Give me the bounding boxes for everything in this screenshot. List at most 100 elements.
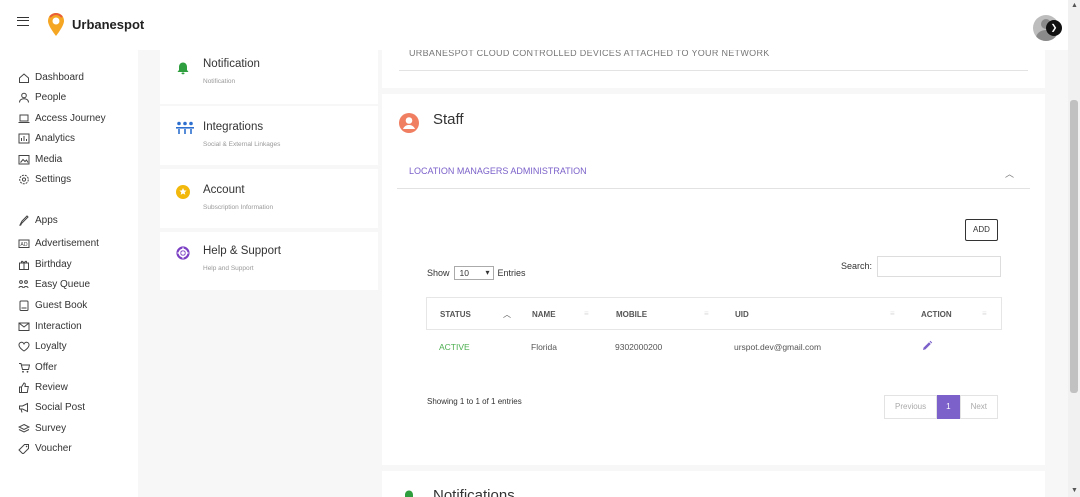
entries-select[interactable]: 10	[453, 266, 494, 280]
image-icon	[18, 154, 30, 165]
table-info: Showing 1 to 1 of 1 entries	[427, 397, 522, 406]
sidebar-item-label: Survey	[35, 423, 67, 434]
card-title: Integrations	[203, 121, 264, 133]
divider	[399, 70, 1028, 71]
edit-icon[interactable]	[921, 340, 933, 352]
divider	[397, 188, 1030, 189]
sidebar-item-label: Media	[35, 154, 63, 165]
sidebar-item-access-journey[interactable]: Access Journey	[18, 113, 106, 124]
rocket-icon	[18, 215, 30, 226]
search-input[interactable]	[877, 256, 1001, 277]
lifebuoy-icon	[176, 246, 190, 260]
chevron-down-icon: ❯	[1046, 20, 1062, 36]
sort-icon[interactable]: ≡	[704, 309, 709, 318]
sidebar-item-label: Social Post	[35, 402, 86, 413]
card-subtitle: Notification	[203, 78, 236, 85]
next-button[interactable]: Next	[959, 395, 999, 419]
sort-icon[interactable]: ≡	[584, 309, 589, 318]
queue-icon	[18, 279, 30, 290]
sidebar-item-label: Access Journey	[35, 113, 106, 124]
card-title: Help & Support	[203, 245, 281, 257]
column-header-mobile[interactable]: MOBILE	[616, 310, 647, 319]
cell-mobile: 9302000200	[615, 342, 663, 352]
sidebar-item-people[interactable]: People	[18, 92, 66, 103]
sidebar-item-easy-queue[interactable]: Easy Queue	[18, 279, 90, 290]
layers-icon	[18, 423, 30, 434]
sidebar-item-loyalty[interactable]: Loyalty	[18, 341, 67, 352]
sidebar-item-label: Advertisement	[35, 238, 99, 249]
sidebar-item-label: Offer	[35, 362, 58, 373]
sidebar-item-birthday[interactable]: Birthday	[18, 259, 72, 270]
sidebar-item-social-post[interactable]: Social Post	[18, 402, 85, 413]
sidebar-item-review[interactable]: Review	[18, 382, 68, 393]
column-header-action[interactable]: ACTION	[921, 310, 952, 319]
card-subtitle: Subscription Information	[203, 204, 274, 211]
sidebar-item-media[interactable]: Media	[18, 154, 62, 165]
sidebar-item-dashboard[interactable]: Dashboard	[18, 72, 84, 83]
settings-card-integrations[interactable]: Integrations Social & External Linkages	[160, 106, 378, 165]
scrollbar[interactable]: ▲ ▼	[1068, 0, 1080, 497]
bell-icon	[177, 62, 189, 75]
column-header-uid[interactable]: UID	[735, 310, 749, 319]
top-bar: Urbanespot ❯	[0, 0, 1068, 50]
card-title: Notification	[203, 58, 260, 70]
thumbs-up-icon	[18, 382, 30, 393]
laptop-icon	[18, 113, 30, 124]
table-header: STATUS ︿ NAME ≡ MOBILE ≡ UID ≡ ACTION ≡	[426, 297, 1002, 330]
status-badge: ACTIVE	[439, 342, 470, 352]
accordion-header[interactable]: LOCATION MANAGERS ADMINISTRATION	[409, 166, 587, 176]
sidebar-item-label: Analytics	[35, 133, 76, 144]
sidebar-item-label: Apps	[35, 215, 58, 226]
sidebar-item-voucher[interactable]: Voucher	[18, 443, 72, 454]
sidebar-item-label: Settings	[35, 174, 72, 185]
person-icon	[18, 92, 30, 103]
card-subtitle: Social & External Linkages	[203, 141, 281, 148]
settings-card-help[interactable]: Help & Support Help and Support	[160, 232, 378, 290]
settings-card-notification[interactable]: Notification Notification	[160, 50, 378, 104]
sort-icon[interactable]: ≡	[982, 309, 987, 318]
megaphone-icon	[18, 402, 30, 413]
user-menu[interactable]: ❯	[1033, 15, 1063, 41]
sidebar-item-label: Birthday	[35, 259, 72, 270]
previous-button[interactable]: Previous	[884, 395, 938, 419]
column-header-status[interactable]: STATUS	[440, 310, 471, 319]
sidebar-item-apps[interactable]: Apps	[18, 215, 58, 226]
add-button[interactable]: ADD	[965, 219, 998, 241]
sidebar-item-analytics[interactable]: Analytics	[18, 133, 75, 144]
sidebar-item-advertisement[interactable]: AD Advertisement	[18, 238, 99, 249]
heart-icon	[18, 341, 30, 352]
sidebar-item-survey[interactable]: Survey	[18, 423, 66, 434]
sidebar-item-interaction[interactable]: Interaction	[18, 321, 82, 332]
page-button[interactable]: 1	[937, 395, 960, 419]
home-icon	[18, 72, 30, 83]
sidebar-item-label: Guest Book	[35, 300, 88, 311]
card-title: Account	[203, 184, 245, 196]
svg-text:AD: AD	[20, 242, 27, 248]
chevron-up-icon[interactable]: ︿	[1005, 167, 1014, 180]
show-label: Show	[427, 268, 450, 278]
sidebar-item-offer[interactable]: Offer	[18, 362, 57, 373]
sidebar-item-label: Dashboard	[35, 72, 84, 83]
staff-section: Staff LOCATION MANAGERS ADMINISTRATION ︿…	[382, 94, 1045, 465]
menu-icon[interactable]	[17, 17, 29, 26]
sort-icon[interactable]: ≡	[890, 309, 895, 318]
scroll-up-icon[interactable]: ▲	[1071, 2, 1078, 9]
sidebar-item-guest-book[interactable]: Guest Book	[18, 300, 87, 311]
cell-name: Florida	[531, 342, 557, 352]
search-label: Search:	[841, 261, 873, 271]
scrollbar-thumb[interactable]	[1070, 100, 1078, 393]
scroll-down-icon[interactable]: ▼	[1071, 487, 1078, 494]
entries-length-control: Show 10 Entries	[427, 266, 526, 280]
section-title: Notifications	[433, 487, 515, 497]
message-icon	[18, 321, 30, 332]
cart-icon	[18, 362, 30, 373]
brand-name: Urbanespot	[72, 17, 145, 32]
column-header-name[interactable]: NAME	[532, 310, 556, 319]
sidebar-item-settings[interactable]: Settings	[18, 174, 71, 185]
sidebar-item-label: Review	[35, 382, 68, 393]
sort-asc-icon[interactable]: ︿	[503, 309, 511, 320]
pagination: Previous 1 Next	[884, 395, 999, 419]
settings-card-account[interactable]: Account Subscription Information	[160, 169, 378, 228]
ad-icon: AD	[18, 238, 30, 249]
gift-icon	[18, 259, 30, 270]
